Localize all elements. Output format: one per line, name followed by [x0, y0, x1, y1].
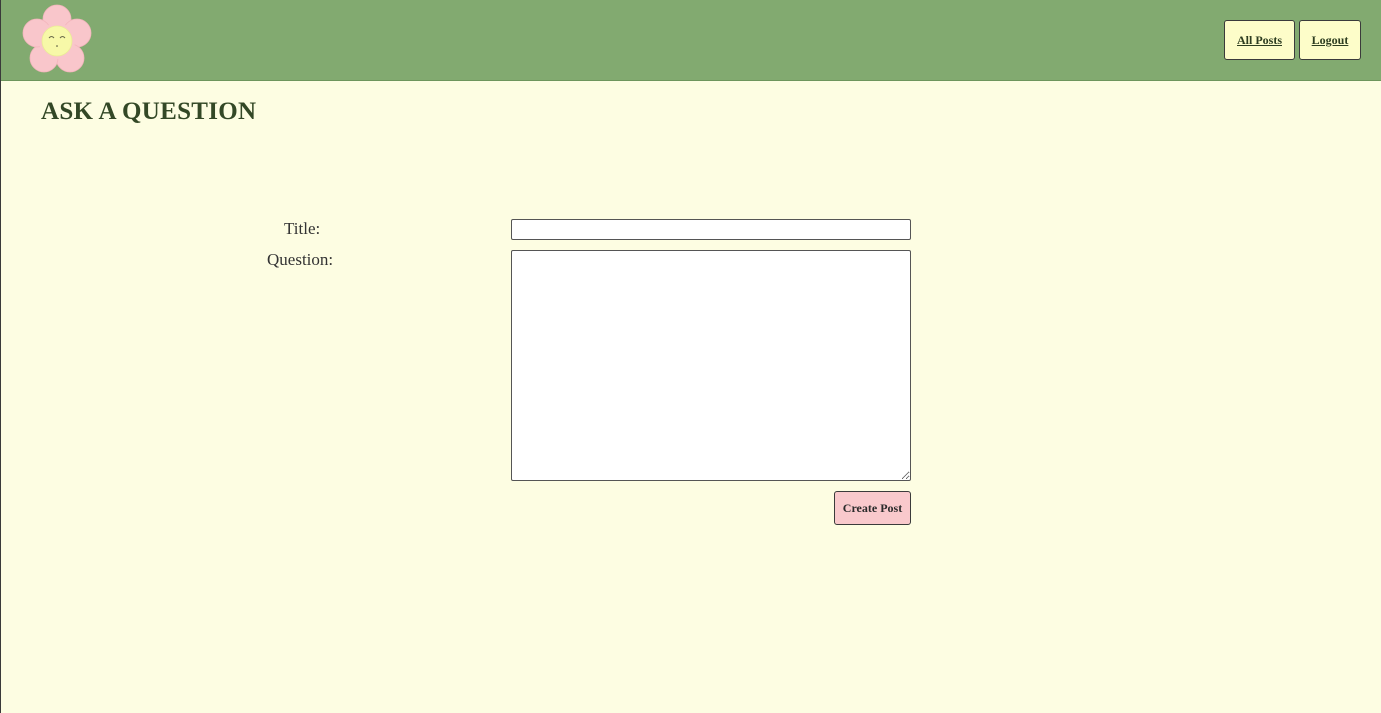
flower-logo-icon[interactable] — [21, 4, 93, 76]
all-posts-button[interactable]: All Posts — [1224, 20, 1295, 60]
title-label: Title: — [284, 219, 321, 238]
question-label: Question: — [267, 250, 334, 269]
top-navbar: All Posts Logout — [1, 0, 1381, 81]
logout-button[interactable]: Logout — [1299, 20, 1361, 60]
question-textarea[interactable] — [511, 250, 911, 481]
page-title: ASK A QUESTION — [41, 98, 257, 125]
title-input[interactable] — [511, 219, 911, 240]
create-post-button[interactable]: Create Post — [834, 491, 911, 525]
